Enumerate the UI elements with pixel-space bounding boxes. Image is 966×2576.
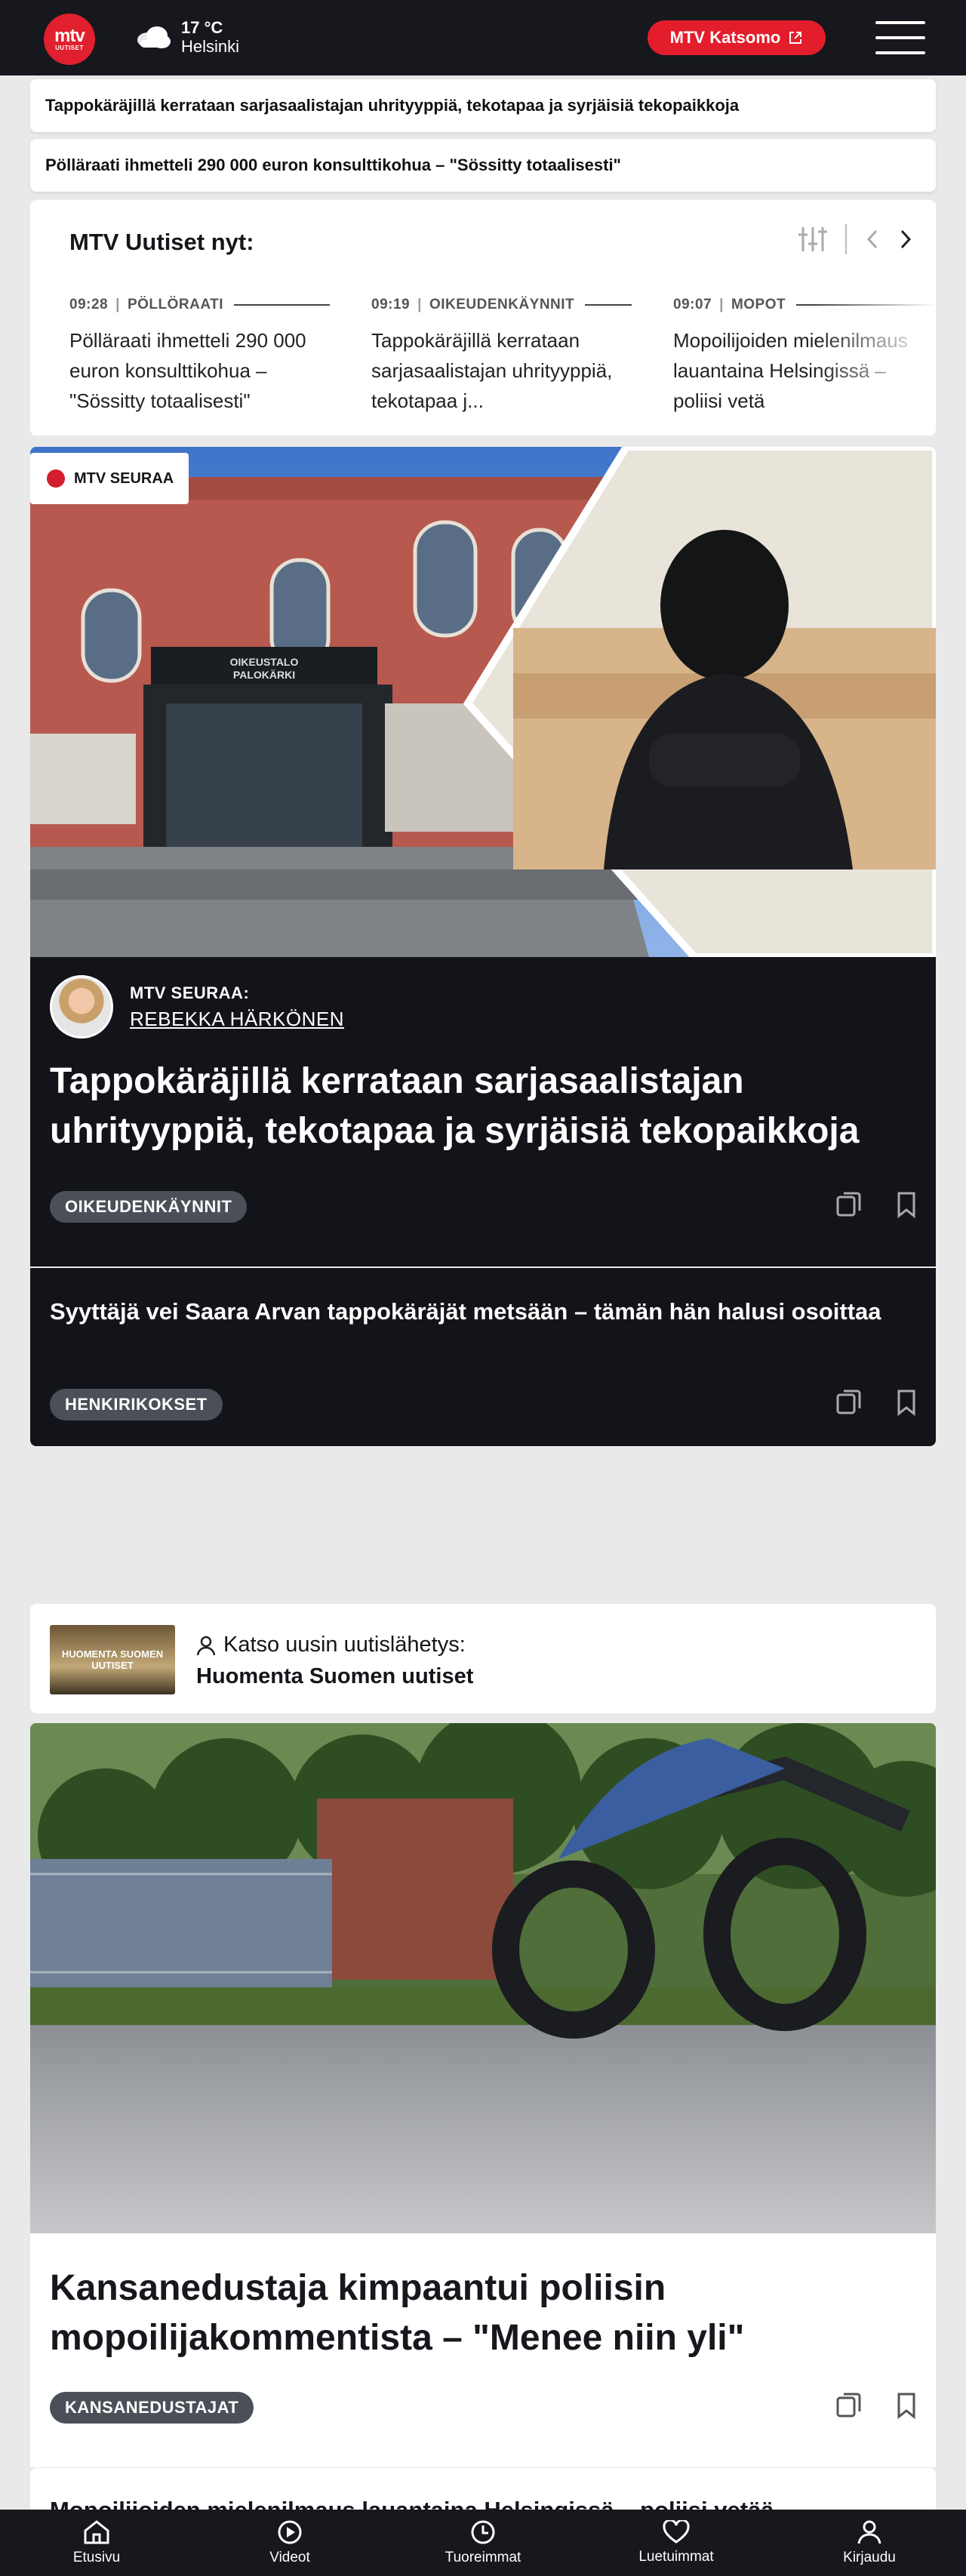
weather-city: Helsinki bbox=[181, 37, 240, 56]
news-headline: Pölläraati ihmetteli 290 000 euron konsu… bbox=[69, 329, 306, 412]
menu-line bbox=[875, 21, 925, 24]
category-tag[interactable]: OIKEUDENKÄYNNIT bbox=[50, 1191, 248, 1223]
avatar bbox=[50, 975, 113, 1039]
share-copy-icon[interactable] bbox=[836, 1191, 862, 1218]
news-now-carousel: MTV Uutiset nyt: 09:28 | PÖLLÖRAATI Pöllär… bbox=[30, 200, 936, 435]
article-headline[interactable]: Tappokäräjillä kerrataan sarjasaalistaja… bbox=[50, 1057, 918, 1156]
main-article-image[interactable]: OIKEUSTALO PALOKÄRKI bbox=[30, 447, 936, 957]
news-now-item[interactable]: 09:28 | PÖLLÖRAATI Pölläraati ihmetteli 29… bbox=[69, 297, 330, 416]
nav-label: Videot bbox=[269, 2550, 310, 2565]
clock-icon bbox=[471, 2520, 495, 2544]
nav-videos[interactable]: Videot bbox=[193, 2510, 386, 2576]
mtv-uutiset-logo[interactable]: mtv UUTISET bbox=[44, 14, 95, 65]
weather-widget[interactable]: 17 °C Helsinki bbox=[134, 18, 239, 56]
mtv-follows-badge: MTV SEURAA bbox=[30, 453, 189, 504]
weather-temperature: 17 °C bbox=[181, 18, 223, 37]
divider bbox=[845, 224, 847, 254]
cloud-icon bbox=[137, 26, 171, 48]
category-tag[interactable]: KANSANEDUSTAJAT bbox=[50, 2392, 254, 2424]
heart-icon bbox=[663, 2520, 690, 2544]
play-icon bbox=[278, 2520, 302, 2544]
share-copy-icon[interactable] bbox=[836, 1389, 862, 1416]
news-headline: Tappokäräjillä kerrataan sarjasaalistaja… bbox=[371, 329, 613, 412]
news-now-item[interactable]: 09:19 | OIKEUDENKÄYNNIT Tappokäräjillä ker… bbox=[371, 297, 632, 416]
news-time: 09:19 bbox=[371, 297, 411, 312]
katsomo-button[interactable]: MTV Katsomo bbox=[648, 20, 826, 55]
courthouse-photo: OIKEUSTALO PALOKÄRKI bbox=[30, 447, 936, 957]
menu-button[interactable] bbox=[875, 21, 925, 54]
news-category: PÖLLÖRAATI bbox=[127, 297, 224, 312]
follow-label: MTV SEURAA: bbox=[130, 983, 250, 1002]
live-dot-icon bbox=[47, 469, 65, 488]
news-now-title: MTV Uutiset nyt: bbox=[69, 229, 254, 255]
author-link[interactable]: REBEKKA HÄRKÖNEN bbox=[130, 1008, 344, 1031]
author-block: MTV SEURAA: REBEKKA HÄRKÖNEN bbox=[50, 975, 344, 1039]
nav-label: Tuoreimmat bbox=[445, 2550, 521, 2565]
main-article[interactable]: MTV SEURAA: REBEKKA HÄRKÖNEN Tappokäräji… bbox=[30, 957, 936, 1266]
nav-label: Etusivu bbox=[72, 2550, 121, 2565]
chevron-right-icon[interactable] bbox=[898, 228, 913, 251]
second-article[interactable]: Kansanedustaja kimpaantui poliisin mopoi… bbox=[30, 2233, 936, 2467]
nav-label: Luetuimmat bbox=[638, 2549, 714, 2565]
breaking-news-bar-1[interactable]: Tappokäräjillä kerrataan sarjasaalistaja… bbox=[30, 79, 936, 132]
badge-label: MTV SEURAA bbox=[74, 469, 174, 487]
news-category: OIKEUDENKÄYNNIT bbox=[429, 297, 575, 312]
bookmark-icon[interactable] bbox=[897, 1389, 916, 1416]
logo-subtext: UUTISET bbox=[55, 44, 84, 51]
chevron-left-icon[interactable] bbox=[865, 228, 880, 251]
category-tag[interactable]: HENKIRIKOKSET bbox=[50, 1389, 223, 1420]
building-sign-line-2: PALOKÄRKI bbox=[233, 669, 295, 681]
breaking-news-text: Tappokäräjillä kerrataan sarjasaalistaja… bbox=[45, 96, 740, 115]
related-article[interactable]: Syyttäjä vei Saara Arvan tappokäräjät me… bbox=[30, 1268, 936, 1446]
nav-login[interactable]: Kirjaudu bbox=[773, 2510, 966, 2576]
filter-icon[interactable] bbox=[798, 226, 827, 253]
newscast-label: Katso uusin uutislähetys: bbox=[223, 1633, 466, 1657]
nav-latest[interactable]: Tuoreimmat bbox=[386, 2510, 580, 2576]
article-image-moped[interactable] bbox=[30, 1723, 936, 2233]
breaking-news-bar-2[interactable]: Pölläraati ihmetteli 290 000 euron konsu… bbox=[30, 139, 936, 192]
nav-home[interactable]: Etusivu bbox=[0, 2510, 193, 2576]
nav-most-read[interactable]: Luetuimmat bbox=[580, 2510, 773, 2576]
moped-photo bbox=[30, 1723, 936, 2233]
newscast-thumbnail[interactable]: HUOMENTA SUOMEN UUTISET bbox=[50, 1625, 175, 1694]
logo-text: mtv bbox=[54, 25, 85, 46]
breaking-news-text: Pölläraati ihmetteli 290 000 euron konsu… bbox=[45, 155, 621, 174]
user-icon bbox=[857, 2520, 881, 2544]
article-headline[interactable]: Kansanedustaja kimpaantui poliisin mopoi… bbox=[50, 2264, 918, 2363]
news-time: 09:07 bbox=[673, 297, 712, 312]
person-icon bbox=[196, 1636, 216, 1655]
katsomo-label: MTV Katsomo bbox=[669, 28, 781, 47]
bookmark-icon[interactable] bbox=[897, 1191, 916, 1218]
building-sign-line-1: OIKEUSTALO bbox=[230, 656, 299, 668]
newscast-title[interactable]: Huomenta Suomen uutiset bbox=[196, 1664, 473, 1689]
related-article-headline[interactable]: Syyttäjä vei Saara Arvan tappokäräjät me… bbox=[50, 1295, 903, 1328]
nav-label: Kirjaudu bbox=[843, 2550, 896, 2565]
home-icon bbox=[84, 2520, 109, 2544]
menu-line bbox=[875, 36, 925, 39]
latest-newscast-card[interactable]: HUOMENTA SUOMEN UUTISET Katso uusin uuti… bbox=[30, 1604, 936, 1713]
news-category: MOPOT bbox=[731, 297, 786, 312]
bookmark-icon[interactable] bbox=[897, 2392, 916, 2419]
carousel-fade bbox=[815, 275, 936, 434]
share-copy-icon[interactable] bbox=[836, 2392, 862, 2419]
external-link-icon bbox=[789, 32, 802, 44]
top-header: mtv UUTISET 17 °C Helsinki MTV Katsomo bbox=[0, 0, 966, 75]
news-time: 09:28 bbox=[69, 297, 109, 312]
bottom-navigation: Etusivu Videot Tuoreimmat Luetuimmat Kir… bbox=[0, 2510, 966, 2576]
menu-line bbox=[875, 51, 925, 54]
